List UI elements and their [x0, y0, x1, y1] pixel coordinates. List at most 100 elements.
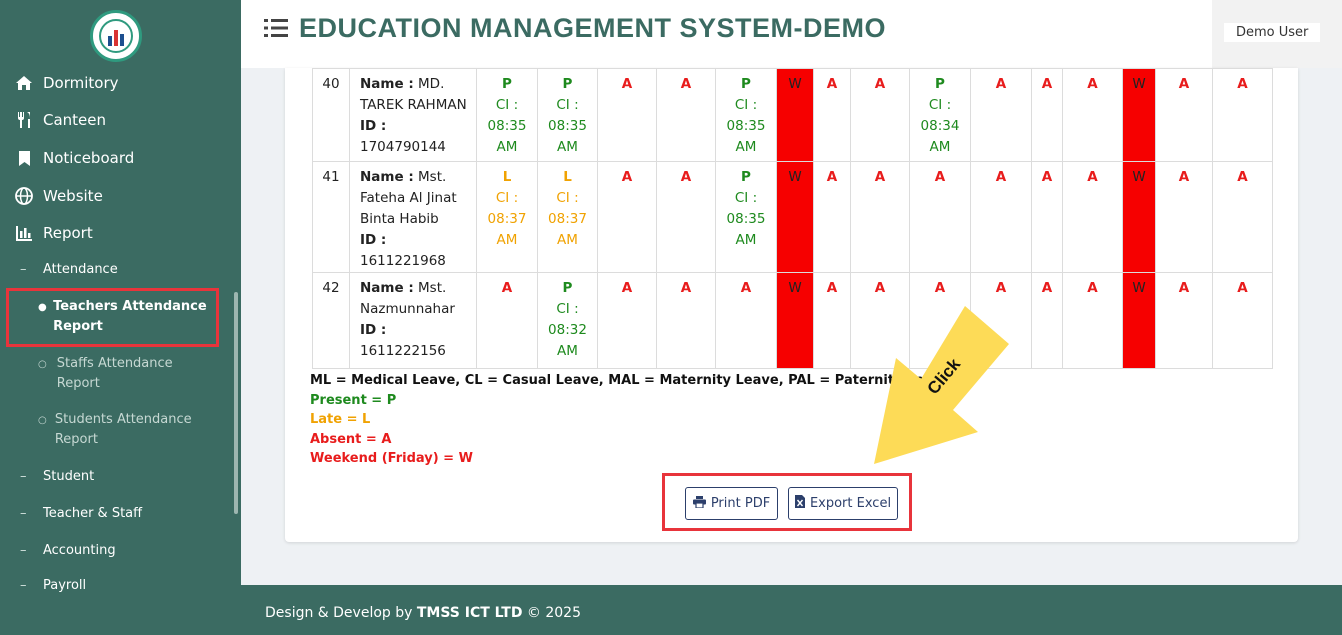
status-mark: W	[1132, 76, 1146, 92]
sidebar-subitem-label: Staffs Attendance Report	[56, 356, 173, 391]
attendance-cell: P CI : 08:35 AM	[537, 68, 598, 162]
attendance-cell: W	[1122, 161, 1156, 273]
menu-toggle-icon[interactable]	[264, 18, 288, 38]
status-mark: A	[680, 169, 692, 185]
highlight-box-sidebar	[6, 288, 219, 347]
sidebar-item-website[interactable]: Website	[14, 184, 103, 208]
name-label: Name :	[360, 280, 414, 296]
status-mark: W	[788, 169, 802, 185]
check-in-text: AM	[735, 139, 757, 155]
check-in-text: CI :	[495, 190, 519, 206]
attendance-cell: A	[1212, 161, 1273, 273]
sidebar-sub-teacher-staff[interactable]: – Teacher & Staff	[20, 506, 142, 521]
annotation-arrow-icon: Click	[874, 306, 1009, 464]
attendance-cell: A	[1062, 161, 1123, 273]
sidebar-item-dormitory[interactable]: Dormitory	[14, 71, 119, 95]
sidebar-sub-payroll[interactable]: – Payroll	[20, 578, 86, 593]
attendance-cell: A	[970, 68, 1032, 162]
check-in-text: 08:35	[726, 118, 766, 134]
status-mark: A	[995, 76, 1007, 92]
attendance-cell: A	[597, 272, 657, 369]
status-mark: W	[1132, 169, 1146, 185]
sidebar-item-noticeboard[interactable]: Noticeboard	[14, 146, 134, 170]
attendance-cell: W	[776, 161, 814, 273]
attendance-cell: A	[1062, 68, 1123, 162]
status-mark: A	[995, 280, 1007, 296]
status-mark: P	[741, 76, 751, 92]
user-menu[interactable]: Demo User	[1224, 23, 1321, 42]
check-in-text: AM	[929, 139, 951, 155]
attendance-cell: A	[656, 161, 716, 273]
status-mark: W	[788, 76, 802, 92]
sidebar-sub-accounting[interactable]: – Accounting	[20, 543, 116, 558]
chart-icon	[14, 224, 34, 242]
attendance-cell: W	[776, 68, 814, 162]
status-mark: A	[874, 280, 886, 296]
attendance-cell: A	[1031, 68, 1063, 162]
sidebar-item-report[interactable]: Report	[14, 221, 93, 245]
attendance-cell: P CI : 08:35 AM	[715, 161, 777, 273]
attendance-cell: A	[1031, 161, 1063, 273]
footer: Design & Develop by TMSS ICT LTD © 2025	[241, 585, 1342, 635]
check-in-text: AM	[557, 232, 578, 248]
footer-company: TMSS ICT LTD	[416, 605, 523, 621]
sidebar-subitem-label: Students Attendance Report	[54, 412, 192, 447]
employee-cell: Name : Mst. Nazmunnahar ID : 1611222156	[349, 272, 477, 369]
user-area: Demo User	[1212, 0, 1342, 68]
sidebar-item-students-attendance-report[interactable]: ○ Students Attendance Report	[38, 410, 210, 450]
check-in-text: CI :	[734, 97, 758, 113]
highlight-box-buttons	[662, 473, 912, 531]
attendance-cell: A	[970, 161, 1032, 273]
sidebar-scrollbar[interactable]	[234, 292, 238, 514]
sidebar-sub-label: Accounting	[43, 543, 116, 558]
attendance-report-card: 40 Name : MD. TAREK RAHMAN ID : 1704790144…	[285, 68, 1298, 542]
employee-id: 1611222156	[360, 343, 446, 359]
attendance-cell: A	[850, 68, 910, 162]
attendance-cell: A	[597, 68, 657, 162]
attendance-cell: A	[1155, 272, 1213, 369]
status-mark: A	[1178, 169, 1190, 185]
status-mark: A	[1178, 76, 1190, 92]
status-mark: A	[934, 280, 946, 296]
school-logo	[90, 10, 142, 62]
sidebar-item-label: Canteen	[43, 111, 107, 129]
sidebar-item-canteen[interactable]: Canteen	[14, 108, 106, 132]
status-mark: P	[562, 280, 573, 296]
employee-id: 1611221968	[360, 253, 446, 269]
status-mark: W	[1132, 280, 1146, 296]
name-label: Name :	[360, 76, 414, 92]
utensils-icon	[14, 111, 34, 129]
status-mark: A	[621, 280, 633, 296]
attendance-cell: A	[1212, 272, 1273, 369]
footer-prefix: Design & Develop by	[265, 605, 417, 621]
status-mark: A	[1087, 169, 1098, 185]
footer-text: Design & Develop by TMSS ICT LTD © 2025	[265, 605, 581, 621]
sidebar-sub-label: Payroll	[43, 578, 87, 593]
check-in-text: CI :	[556, 301, 579, 317]
status-mark: A	[1087, 280, 1098, 296]
bookmark-icon	[14, 149, 34, 167]
attendance-cell: A	[476, 272, 538, 369]
attendance-cell: A	[813, 161, 851, 273]
attendance-cell: A	[1212, 68, 1273, 162]
attendance-cell: A	[1155, 161, 1213, 273]
id-label: ID :	[360, 232, 387, 248]
status-mark: A	[501, 280, 513, 296]
sidebar-item-label: Noticeboard	[43, 149, 135, 167]
check-in-text: CI :	[928, 97, 952, 113]
attendance-cell: A	[597, 161, 657, 273]
status-mark: A	[1087, 76, 1098, 92]
sidebar-item-staffs-attendance-report[interactable]: ○ Staffs Attendance Report	[38, 354, 210, 394]
sidebar-sub-attendance[interactable]: – Attendance	[20, 262, 118, 277]
status-mark: A	[1041, 280, 1053, 296]
status-mark: W	[788, 280, 802, 296]
check-in-text: AM	[557, 139, 578, 155]
attendance-cell: A	[909, 161, 971, 273]
status-mark: A	[621, 169, 633, 185]
attendance-cell: A	[850, 161, 910, 273]
check-in-text: AM	[496, 232, 518, 248]
check-in-text: 08:35	[548, 118, 587, 134]
sidebar-sub-student[interactable]: – Student	[20, 469, 94, 484]
sidebar-sub-label: Student	[43, 469, 95, 484]
attendance-cell: P CI : 08:34 AM	[909, 68, 971, 162]
